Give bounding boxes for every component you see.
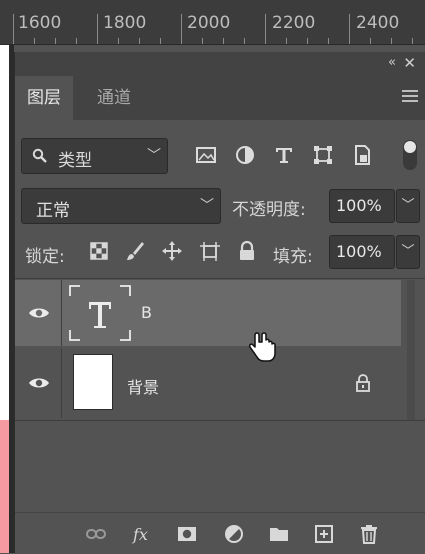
blend-mode-value: 正常 (36, 201, 70, 221)
text-layer-thumbnail[interactable] (68, 284, 132, 342)
lock-transparent-icon[interactable] (88, 240, 110, 262)
lock-position-icon[interactable] (161, 240, 183, 262)
image-filter-icon[interactable] (195, 144, 217, 166)
fx-icon[interactable]: fx (132, 523, 154, 545)
ruler-tick (34, 38, 35, 44)
ruler-tick (349, 14, 350, 44)
visibility-eye-icon[interactable] (28, 306, 50, 320)
fill-value: 100% (336, 242, 382, 261)
ruler-tick (55, 38, 56, 44)
layers-scrollbar[interactable] (407, 280, 415, 420)
blend-mode-select[interactable]: 正常 ﹀ (21, 188, 221, 224)
adjustment-layer-icon[interactable] (223, 523, 245, 545)
ruler-tick (160, 38, 161, 44)
smart-object-filter-icon[interactable] (351, 144, 373, 166)
layer-filter-select[interactable]: 类型 ﹀ (21, 138, 168, 174)
ruler-label: 2200 (272, 13, 316, 33)
filter-toggle[interactable] (403, 140, 417, 170)
panel-tabs: 图层 通道 (15, 76, 425, 120)
ruler-label: 1800 (103, 13, 147, 33)
lock-image-icon[interactable] (124, 240, 146, 262)
filter-kind-label: 类型 (58, 151, 92, 171)
ruler-label: 2400 (356, 13, 400, 33)
opacity-label: 不透明度: (232, 200, 306, 220)
tab-layers[interactable]: 图层 (15, 76, 73, 120)
ruler-tick (370, 38, 371, 44)
close-icon[interactable]: ✕ (403, 54, 416, 72)
ruler-tick (412, 38, 413, 44)
fill-input[interactable]: 100% (329, 235, 395, 269)
collapse-panel-icon[interactable]: « (388, 55, 396, 70)
svg-text:fx: fx (132, 525, 148, 544)
ruler-label: 1600 (18, 13, 62, 33)
background-layer-thumbnail[interactable] (73, 354, 113, 410)
lock-label: 锁定: (25, 247, 65, 267)
ruler-tick (286, 38, 287, 44)
new-group-icon[interactable] (268, 523, 290, 545)
ruler-tick (328, 38, 329, 44)
ruler-tick (181, 14, 182, 44)
layer-name[interactable]: 背景 (127, 374, 159, 398)
ruler-tick (265, 14, 266, 44)
ruler-tick (97, 14, 98, 44)
ruler-tick (76, 38, 77, 44)
ruler-tick (223, 38, 224, 44)
ruler-tick (244, 38, 245, 44)
opacity-value: 100% (336, 196, 382, 215)
search-icon (32, 148, 47, 163)
type-filter-icon[interactable] (273, 144, 295, 166)
visibility-eye-icon[interactable] (28, 376, 50, 390)
chevron-down-icon: ﹀ (200, 198, 214, 214)
ruler-tick (139, 38, 140, 44)
canvas-pink-shape (0, 420, 9, 553)
horizontal-ruler: 1600 1800 2000 2200 2400 (0, 0, 425, 45)
opacity-input[interactable]: 100% (329, 189, 395, 223)
lock-artboard-icon[interactable] (199, 240, 221, 262)
new-layer-icon[interactable] (313, 523, 335, 545)
ruler-label: 2000 (187, 13, 231, 33)
visibility-divider (61, 280, 62, 346)
panel-title-bar[interactable]: « ✕ (15, 52, 425, 76)
chevron-down-icon: ﹀ (147, 148, 161, 164)
divider (15, 278, 425, 279)
ruler-tick (13, 14, 14, 44)
shape-filter-icon[interactable] (312, 144, 334, 166)
layer-row-text[interactable]: B (15, 280, 401, 346)
layers-panel: « ✕ 图层 通道 类型 ﹀ 正常 ﹀ 不透明度: 100% ﹀ 锁定: 填充:… (14, 52, 425, 554)
hand-pointer-cursor (249, 332, 276, 362)
layer-row-background[interactable]: 背景 (15, 348, 401, 418)
ruler-tick (391, 38, 392, 44)
fill-dropdown-button[interactable]: ﹀ (396, 235, 420, 269)
add-mask-icon[interactable] (176, 523, 198, 545)
ruler-tick (202, 38, 203, 44)
layers-bottom-toolbar: fx (15, 512, 425, 554)
adjustment-filter-icon[interactable] (234, 144, 256, 166)
panel-menu-icon[interactable] (402, 90, 418, 105)
layer-name[interactable]: B (141, 303, 152, 322)
ruler-tick (307, 38, 308, 44)
fill-label: 填充: (273, 247, 313, 267)
divider (15, 420, 425, 421)
ruler-tick (118, 38, 119, 44)
visibility-divider (61, 348, 62, 418)
trash-icon[interactable] (358, 523, 380, 545)
tab-channels[interactable]: 通道 (85, 76, 143, 120)
link-layers-icon[interactable] (85, 523, 107, 545)
opacity-dropdown-button[interactable]: ﹀ (396, 189, 420, 223)
layer-lock-icon[interactable] (355, 374, 371, 392)
lock-all-icon[interactable] (236, 240, 258, 262)
